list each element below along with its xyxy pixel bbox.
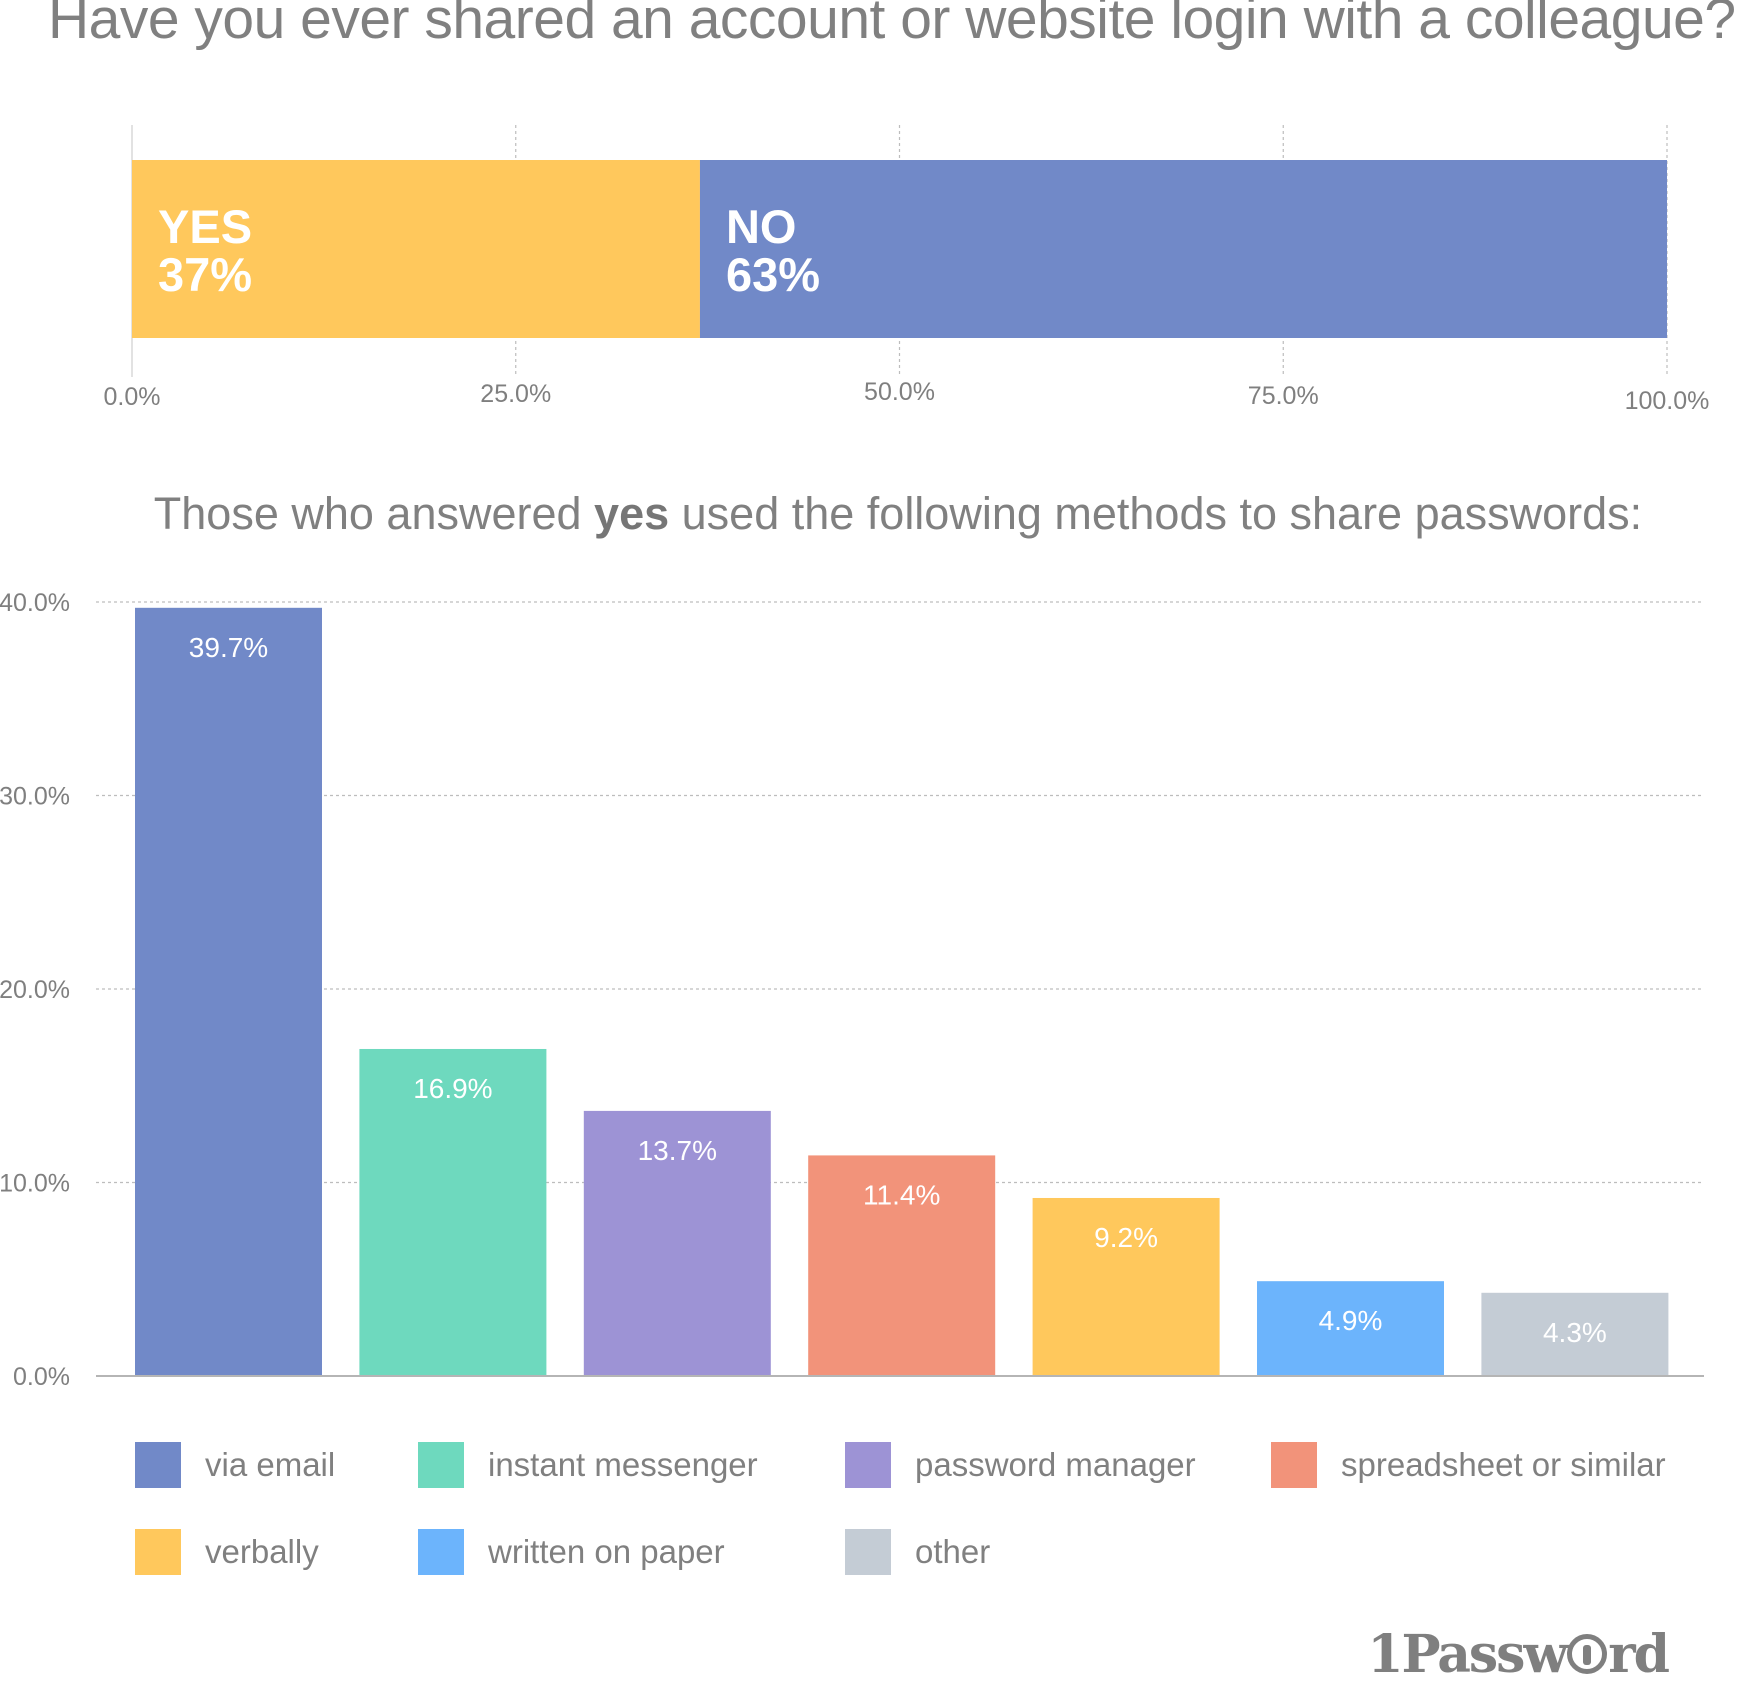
x-tick-label: 25.0%: [480, 380, 551, 408]
legend-label: other: [915, 1533, 991, 1570]
legend-swatch: [418, 1529, 464, 1575]
segment-name-label: YES: [158, 200, 252, 253]
legend-swatch: [845, 1529, 891, 1575]
legend-label: verbally: [205, 1533, 319, 1570]
y-tick-label: 10.0%: [0, 1170, 70, 1198]
bar-value-label: 4.9%: [1319, 1305, 1383, 1336]
bar-value-label: 13.7%: [638, 1135, 717, 1166]
legend-label: password manager: [915, 1446, 1196, 1483]
bar-segment-no: [699, 160, 1667, 338]
keyhole-icon: [1567, 1634, 1608, 1674]
y-tick-label: 0.0%: [13, 1363, 70, 1391]
legend-item: verbally: [135, 1529, 319, 1575]
x-tick-label: 50.0%: [864, 378, 935, 406]
bar-value-label: 11.4%: [863, 1179, 940, 1210]
legend-swatch: [418, 1442, 464, 1488]
legend-swatch: [135, 1442, 181, 1488]
y-tick-label: 20.0%: [0, 976, 70, 1004]
bar-value-label: 4.3%: [1543, 1317, 1607, 1348]
logo-text-right: rd: [1608, 1624, 1670, 1685]
y-tick-label: 30.0%: [0, 783, 70, 811]
bar-value-label: 9.2%: [1094, 1222, 1158, 1253]
subtitle-after: used the following methods to share pass…: [669, 488, 1643, 539]
x-tick-label: 100.0%: [1625, 387, 1710, 415]
bar-value-label: 39.7%: [189, 632, 268, 663]
legend-swatch: [845, 1442, 891, 1488]
legend-item: other: [845, 1529, 990, 1575]
brand-logo: 1Passw rd: [1367, 1624, 1670, 1685]
legend-item: spreadsheet or similar: [1271, 1442, 1666, 1488]
legend-label: written on paper: [488, 1533, 725, 1570]
legend-item: password manager: [845, 1442, 1196, 1488]
segment-value-label: 63%: [726, 248, 820, 301]
legend-item: via email: [135, 1442, 335, 1488]
bar-value-label: 16.9%: [413, 1073, 492, 1104]
bar-via-email: [135, 607, 322, 1376]
segment-value-label: 37%: [158, 248, 252, 301]
chart-subtitle: Those who answered yes used the followin…: [0, 488, 1746, 540]
legend-swatch: [135, 1529, 181, 1575]
legend-item: written on paper: [418, 1529, 725, 1575]
subtitle-before: Those who answered: [153, 488, 595, 539]
legend-item: instant messenger: [418, 1442, 758, 1488]
legend-label: instant messenger: [488, 1446, 758, 1483]
x-tick-label: 0.0%: [104, 383, 161, 411]
yes-no-stacked-bar-chart: YES37% NO63% 0.0% 25.0% 50.0% 75.0% 100.0%: [104, 125, 1710, 415]
methods-bar-chart: 0.0% 10.0% 20.0% 30.0% 40.0% 39.7% 16.9% 13.7% 1…: [0, 589, 1704, 1391]
legend-swatch: [1271, 1442, 1317, 1488]
x-tick-label: 75.0%: [1248, 382, 1319, 410]
subtitle-bold: yes: [594, 488, 670, 539]
y-tick-label: 40.0%: [0, 589, 70, 617]
legend-label: via email: [205, 1446, 336, 1483]
logo-text-left: 1Passw: [1367, 1624, 1568, 1685]
segment-name-label: NO: [726, 200, 797, 253]
legend-label: spreadsheet or similar: [1341, 1446, 1666, 1483]
